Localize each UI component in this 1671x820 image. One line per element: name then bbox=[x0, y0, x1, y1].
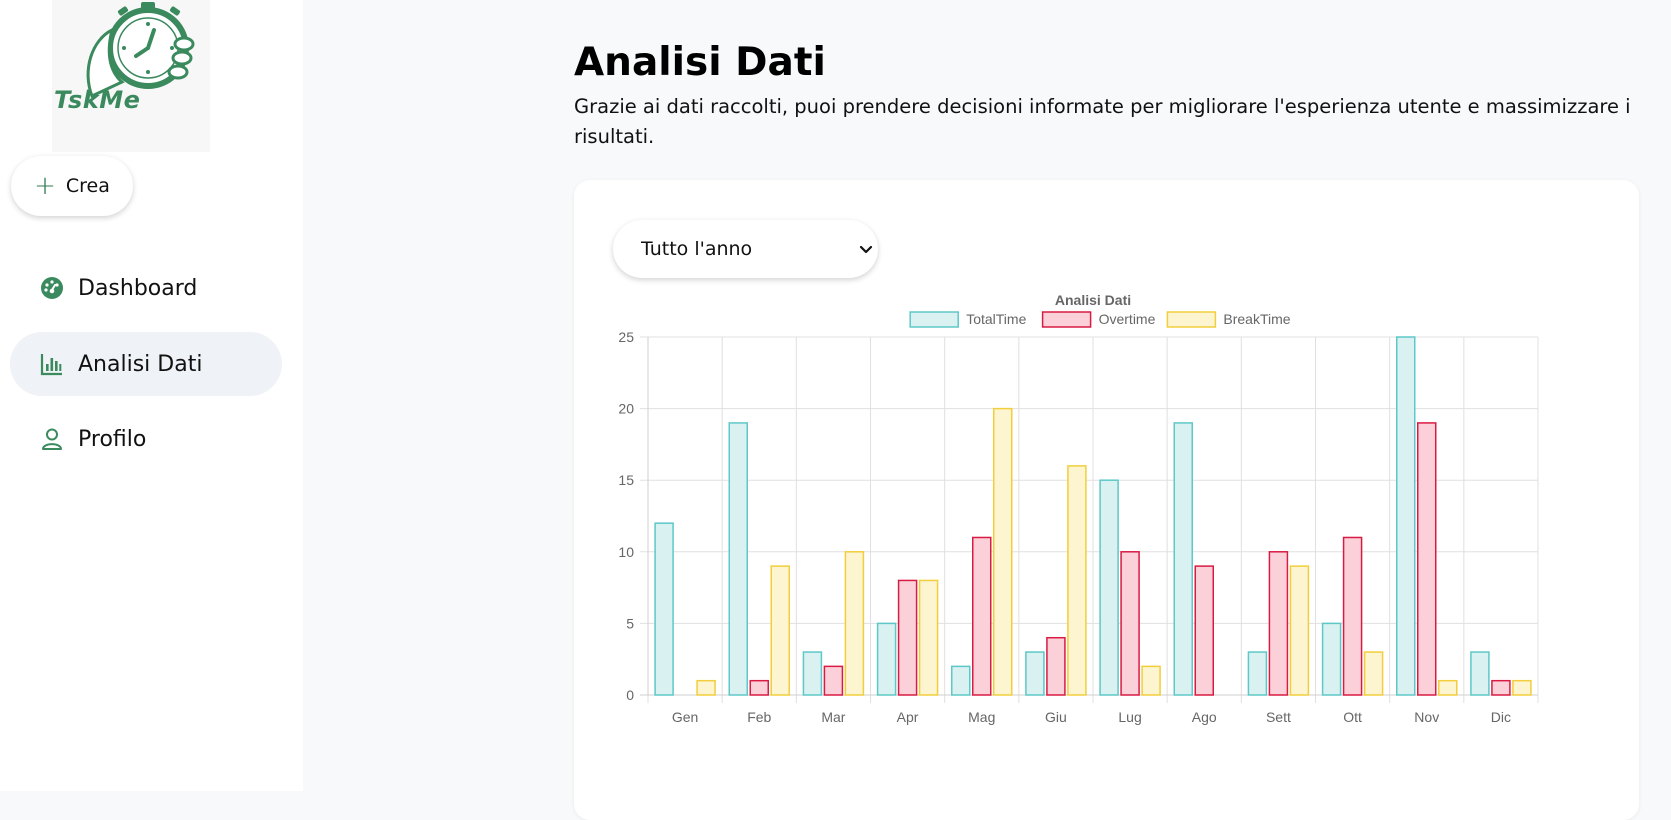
bar-breaktime-apr bbox=[918, 579, 939, 696]
bar-overtime-dic bbox=[1491, 679, 1511, 696]
bar-breaktime-nov bbox=[1438, 679, 1458, 696]
bar-totaltime-giu bbox=[1025, 651, 1045, 696]
bar-breaktime-gen bbox=[696, 679, 716, 696]
bar-totaltime-dic bbox=[1470, 651, 1490, 696]
x-tick-label: Mar bbox=[821, 709, 845, 725]
sidebar-item-dashboard[interactable]: Dashboard bbox=[10, 256, 282, 320]
create-button-label: Crea bbox=[65, 175, 110, 197]
bar-overtime-feb bbox=[749, 679, 769, 696]
x-tick-label: Sett bbox=[1266, 709, 1291, 725]
sidebar-item-label: Dashboard bbox=[78, 275, 198, 301]
y-tick-label: 25 bbox=[618, 329, 634, 345]
logo-text: TskMe bbox=[54, 86, 141, 114]
legend-label-totaltime: TotalTime bbox=[966, 311, 1026, 327]
bar-breaktime-feb bbox=[770, 565, 790, 696]
create-button[interactable]: + Crea bbox=[11, 156, 133, 216]
sidebar-item-label: Analisi Dati bbox=[78, 351, 203, 377]
bar-overtime-mag bbox=[972, 536, 992, 696]
plus-icon: + bbox=[34, 171, 56, 201]
bar-totaltime-ott bbox=[1321, 622, 1342, 696]
y-tick-label: 0 bbox=[626, 687, 634, 703]
x-tick-label: Ott bbox=[1343, 709, 1362, 725]
x-tick-label: Gen bbox=[672, 709, 698, 725]
sidebar: TskMe + Crea Dashboard Analisi Dati Prof… bbox=[0, 0, 303, 791]
x-tick-label: Giu bbox=[1045, 709, 1067, 725]
bar-totaltime-nov bbox=[1396, 336, 1416, 696]
bar-breaktime-lug bbox=[1141, 665, 1161, 696]
legend-label-overtime: Overtime bbox=[1099, 311, 1156, 327]
page-subtitle: Grazie ai dati raccolti, puoi prendere d… bbox=[574, 95, 1631, 148]
legend-label-breaktime: BreakTime bbox=[1223, 311, 1290, 327]
bar-overtime-apr bbox=[897, 579, 918, 696]
x-tick-label: Lug bbox=[1118, 709, 1141, 725]
bar-totaltime-sett bbox=[1247, 651, 1268, 696]
x-tick-label: Nov bbox=[1414, 709, 1439, 725]
bar-breaktime-giu bbox=[1067, 465, 1087, 696]
x-tick-label: Dic bbox=[1491, 709, 1511, 725]
bar-overtime-sett bbox=[1268, 551, 1289, 696]
bar-chart-icon bbox=[38, 350, 66, 378]
y-tick-label: 20 bbox=[618, 401, 634, 417]
y-tick-label: 15 bbox=[618, 472, 634, 488]
period-select[interactable]: Tutto l'anno bbox=[613, 220, 878, 278]
x-tick-label: Apr bbox=[897, 709, 919, 725]
sidebar-item-analisi-dati[interactable]: Analisi Dati bbox=[10, 332, 282, 396]
legend-swatch-totaltime bbox=[909, 311, 959, 328]
bar-totaltime-mag bbox=[951, 665, 971, 696]
bar-overtime-ott bbox=[1342, 536, 1363, 696]
bar-breaktime-dic bbox=[1512, 679, 1532, 696]
bar-overtime-nov bbox=[1417, 422, 1437, 696]
gauge-icon bbox=[38, 274, 66, 302]
app-logo[interactable]: TskMe bbox=[52, 0, 210, 152]
bar-totaltime-lug bbox=[1099, 479, 1119, 696]
page-title: Analisi Dati bbox=[574, 40, 826, 85]
user-icon bbox=[38, 425, 66, 453]
bar-chart: Analisi Dati TotalTime Overtime BreakTime 0 5… bbox=[618, 292, 1539, 725]
bar-breaktime-mag bbox=[993, 407, 1013, 696]
bar-totaltime-mar bbox=[802, 651, 823, 696]
bar-breaktime-mar bbox=[844, 551, 865, 696]
bar-breaktime-sett bbox=[1289, 565, 1310, 696]
x-tick-label: Feb bbox=[747, 709, 771, 725]
chart-title: Analisi Dati bbox=[1055, 292, 1131, 308]
bar-overtime-ago bbox=[1194, 565, 1214, 696]
y-tick-label: 5 bbox=[626, 615, 634, 631]
bar-breaktime-ott bbox=[1363, 651, 1384, 696]
bar-totaltime-ago bbox=[1173, 422, 1193, 696]
x-tick-label: Ago bbox=[1192, 709, 1217, 725]
bar-totaltime-apr bbox=[876, 622, 897, 696]
bar-totaltime-gen bbox=[654, 522, 674, 696]
bar-overtime-mar bbox=[823, 665, 844, 696]
bar-totaltime-feb bbox=[728, 422, 748, 696]
y-tick-label: 10 bbox=[618, 544, 634, 560]
sidebar-item-profilo[interactable]: Profilo bbox=[10, 407, 282, 471]
x-tick-label: Mag bbox=[968, 709, 995, 725]
legend-swatch-overtime bbox=[1041, 311, 1092, 328]
bar-overtime-giu bbox=[1046, 636, 1066, 696]
sidebar-item-label: Profilo bbox=[78, 426, 147, 452]
legend-swatch-breaktime bbox=[1166, 311, 1217, 328]
bar-overtime-lug bbox=[1120, 551, 1140, 696]
